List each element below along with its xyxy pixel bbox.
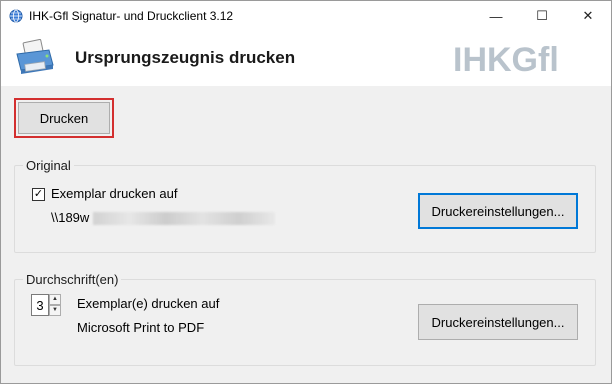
- logo-text: IHKGfl: [453, 41, 559, 79]
- main-content: Drucken Original ✓ Exemplar drucken auf …: [1, 86, 611, 383]
- minimize-icon: —: [489, 8, 503, 24]
- window-title: IHK-Gfl Signatur- und Druckclient 3.12: [29, 9, 234, 23]
- page-title: Ursprungszeugnis drucken: [75, 48, 296, 67]
- copies-label: Exemplar(e) drucken auf: [77, 296, 220, 311]
- checkmark-icon: ✓: [33, 188, 44, 200]
- print-button-highlight: Drucken: [14, 98, 114, 138]
- spin-up-icon[interactable]: ▲: [49, 294, 61, 305]
- original-printer-path: \\189w: [51, 210, 90, 225]
- minimize-button[interactable]: —: [473, 1, 519, 31]
- copies-group: Durchschrift(en) 3 ▲ ▼ Exemplar(e) druck…: [14, 272, 596, 366]
- spin-down-icon[interactable]: ▼: [49, 305, 61, 316]
- ihk-gfl-logo: IHKGfl: [453, 41, 559, 79]
- header-banner: Ursprungszeugnis drucken IHKGfl: [1, 31, 611, 86]
- original-group: Original ✓ Exemplar drucken auf \\189w D…: [14, 158, 596, 253]
- print-original-label[interactable]: Exemplar drucken auf: [51, 186, 177, 201]
- printer-icon: [16, 39, 54, 74]
- redacted-printer-name: [93, 212, 275, 225]
- copies-count-stepper[interactable]: 3 ▲ ▼: [31, 294, 61, 316]
- print-original-checkbox[interactable]: ✓: [32, 188, 45, 201]
- title-bar[interactable]: IHK-Gfl Signatur- und Druckclient 3.12 —…: [1, 1, 611, 31]
- original-legend: Original: [23, 158, 74, 173]
- globe-icon: [9, 9, 23, 23]
- close-icon: ✕: [582, 8, 594, 23]
- copies-printer-name: Microsoft Print to PDF: [77, 320, 205, 335]
- maximize-icon: ☐: [536, 8, 548, 23]
- original-printer-settings-button[interactable]: Druckereinstellungen...: [418, 193, 578, 229]
- maximize-button[interactable]: ☐: [519, 1, 565, 31]
- close-button[interactable]: ✕: [565, 1, 611, 31]
- copies-printer-settings-button[interactable]: Druckereinstellungen...: [418, 304, 578, 340]
- copies-legend: Durchschrift(en): [23, 272, 122, 287]
- copies-count-value[interactable]: 3: [31, 294, 49, 316]
- app-window: IHK-Gfl Signatur- und Druckclient 3.12 —…: [0, 0, 612, 384]
- print-button[interactable]: Drucken: [18, 102, 110, 134]
